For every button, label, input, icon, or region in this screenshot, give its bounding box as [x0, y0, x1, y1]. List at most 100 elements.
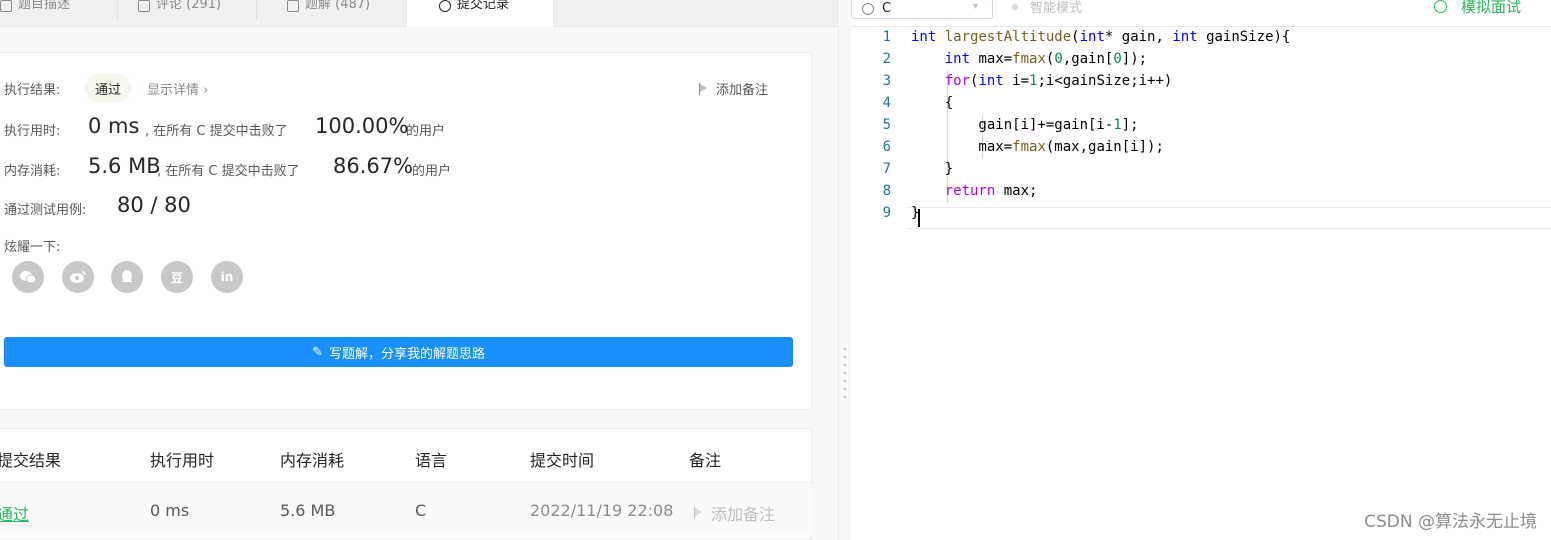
tab-description[interactable]: 题目描述 — [0, 0, 120, 27]
weibo-icon[interactable] — [62, 261, 94, 293]
runtime-label: 执行用时: — [4, 124, 61, 139]
status-badge: 通过 — [85, 74, 132, 102]
tab-comments-label: 评论 (291) — [156, 0, 222, 12]
code-line: } — [911, 161, 954, 177]
row-status-link[interactable]: 通过 — [0, 501, 29, 525]
write-solution-label: 写题解，分享我的解题思路 — [328, 346, 485, 362]
smart-mode-label: 智能模式 — [1030, 1, 1083, 16]
memory-label: 内存消耗: — [4, 164, 61, 179]
row-add-note-button[interactable]: 添加备注 — [694, 501, 775, 525]
line-number: 4 — [882, 95, 891, 111]
comment-icon — [138, 0, 150, 12]
text-cursor — [918, 209, 920, 227]
code-line: return max; — [944, 183, 1038, 199]
row-runtime: 0 ms — [150, 501, 190, 520]
pane-resizer[interactable] — [838, 0, 851, 540]
add-note-button[interactable]: 添加备注 — [699, 79, 768, 98]
header-language: 语言 — [415, 451, 448, 470]
memory-beat-text: , 在所有 C 提交中击败了 — [157, 164, 300, 179]
line-number: 1 — [882, 29, 891, 45]
tab-solutions-label: 题解 (487) — [305, 0, 371, 12]
show-details-link[interactable]: 显示详情 › — [147, 79, 208, 98]
resize-handle-dot — [844, 364, 846, 366]
left-pane: 题目描述 评论 (291) 题解 (487) 提交记录 执行结果: 通过 显示详… — [0, 0, 838, 540]
line-number: 5 — [882, 117, 891, 133]
clock-icon — [439, 0, 451, 12]
code-line: max=fmax(max,gain[i]); — [911, 139, 1164, 155]
share-label: 炫耀一下: — [4, 240, 61, 255]
code-line: gain[i]+=gain[i-1]; — [911, 117, 1139, 133]
line-number: 8 — [882, 183, 891, 199]
result-label: 执行结果: — [4, 83, 61, 98]
header-time: 提交时间 — [530, 451, 595, 470]
tab-bar: 题目描述 评论 (291) 题解 (487) 提交记录 — [0, 0, 838, 27]
tab-description-label: 题目描述 — [18, 0, 71, 12]
language-value: C — [882, 1, 892, 16]
runtime-value: 0 ms — [88, 114, 140, 138]
linkedin-icon[interactable]: in — [211, 261, 243, 293]
resize-handle-dot — [844, 380, 846, 382]
code-line: { — [911, 95, 954, 111]
tab-comments[interactable]: 评论 (291) — [138, 0, 256, 27]
runtime-suffix: 的用户 — [406, 124, 446, 139]
tab-submissions-label: 提交记录 — [457, 0, 510, 12]
mock-interview-button[interactable]: 模拟面试 — [1434, 0, 1521, 17]
current-line-highlight — [907, 207, 1551, 229]
douban-icon[interactable]: 豆 — [161, 261, 193, 293]
flag-icon — [699, 82, 708, 95]
header-status: 提交结果 — [0, 451, 62, 470]
line-number: 7 — [882, 161, 891, 177]
table-row[interactable] — [0, 483, 813, 535]
add-note-label: 添加备注 — [716, 83, 769, 98]
code-line: int max=fmax(0,gain[0]); — [944, 51, 1148, 67]
row-time: 2022/11/19 22:08 — [530, 501, 674, 520]
pencil-icon: ✎ — [312, 344, 323, 360]
douban-glyph: 豆 — [170, 270, 183, 285]
line-number: 6 — [882, 139, 891, 155]
tests-label: 通过测试用例: — [4, 203, 87, 218]
status-dot-icon — [1012, 3, 1018, 10]
mock-interview-label: 模拟面试 — [1461, 0, 1522, 16]
result-card: 执行结果: 通过 显示详情 › 添加备注 执行用时: 0 ms , 在所有 C … — [0, 52, 812, 410]
language-select[interactable]: C ▾ — [851, 0, 993, 19]
row-language: C — [415, 501, 427, 520]
resize-handle-dot — [844, 372, 846, 374]
code-editor[interactable]: 1 2 3 4 5 6 7 8 9 int largestAltitude(in… — [851, 27, 1551, 540]
qq-icon[interactable] — [111, 261, 143, 293]
header-memory: 内存消耗 — [280, 451, 345, 470]
chevron-down-icon: ▾ — [972, 1, 978, 12]
flag-icon — [694, 507, 703, 519]
description-icon — [0, 0, 12, 12]
info-icon — [862, 2, 874, 15]
code-line: for(int i=1;i<gainSize;i++) — [944, 73, 1173, 89]
app-root: 题目描述 评论 (291) 题解 (487) 提交记录 执行结果: 通过 显示详… — [0, 0, 1551, 540]
line-number: 9 — [882, 205, 891, 221]
runtime-percent: 100.00% — [315, 114, 409, 138]
flask-icon — [287, 0, 299, 12]
editor-pane: C ▾ 智能模式 模拟面试 1 2 3 4 5 6 7 8 9 int larg… — [851, 0, 1551, 540]
wechat-icon[interactable] — [12, 261, 44, 293]
memory-percent: 86.67% — [333, 154, 414, 178]
editor-toolbar: C ▾ 智能模式 模拟面试 — [851, 0, 1551, 27]
memory-suffix: 的用户 — [412, 164, 452, 179]
write-solution-button[interactable]: ✎ 写题解，分享我的解题思路 — [4, 337, 793, 367]
line-number: 3 — [882, 73, 891, 89]
watermark: CSDN @算法永无止境 — [1364, 512, 1537, 532]
tab-solutions[interactable]: 题解 (487) — [287, 0, 405, 27]
header-runtime: 执行用时 — [150, 451, 215, 470]
smart-mode-toggle[interactable]: 智能模式 — [1012, 0, 1082, 16]
submissions-table: 提交结果 执行用时 内存消耗 语言 提交时间 备注 通过 0 ms 5.6 MB… — [0, 428, 813, 540]
header-note: 备注 — [689, 451, 722, 470]
row-memory: 5.6 MB — [280, 501, 336, 520]
resize-handle-dot — [844, 396, 846, 398]
resize-handle-dot — [844, 388, 846, 390]
tests-value: 80 / 80 — [117, 193, 191, 217]
row-add-note-label: 添加备注 — [711, 505, 776, 524]
line-number: 2 — [882, 51, 891, 67]
clock-icon — [1434, 0, 1447, 13]
linkedin-glyph: in — [220, 270, 234, 284]
runtime-beat-text: , 在所有 C 提交中击败了 — [145, 124, 288, 139]
memory-value: 5.6 MB — [88, 154, 161, 178]
resize-handle-dot — [844, 356, 846, 358]
tab-submissions[interactable]: 提交记录 — [406, 0, 554, 27]
